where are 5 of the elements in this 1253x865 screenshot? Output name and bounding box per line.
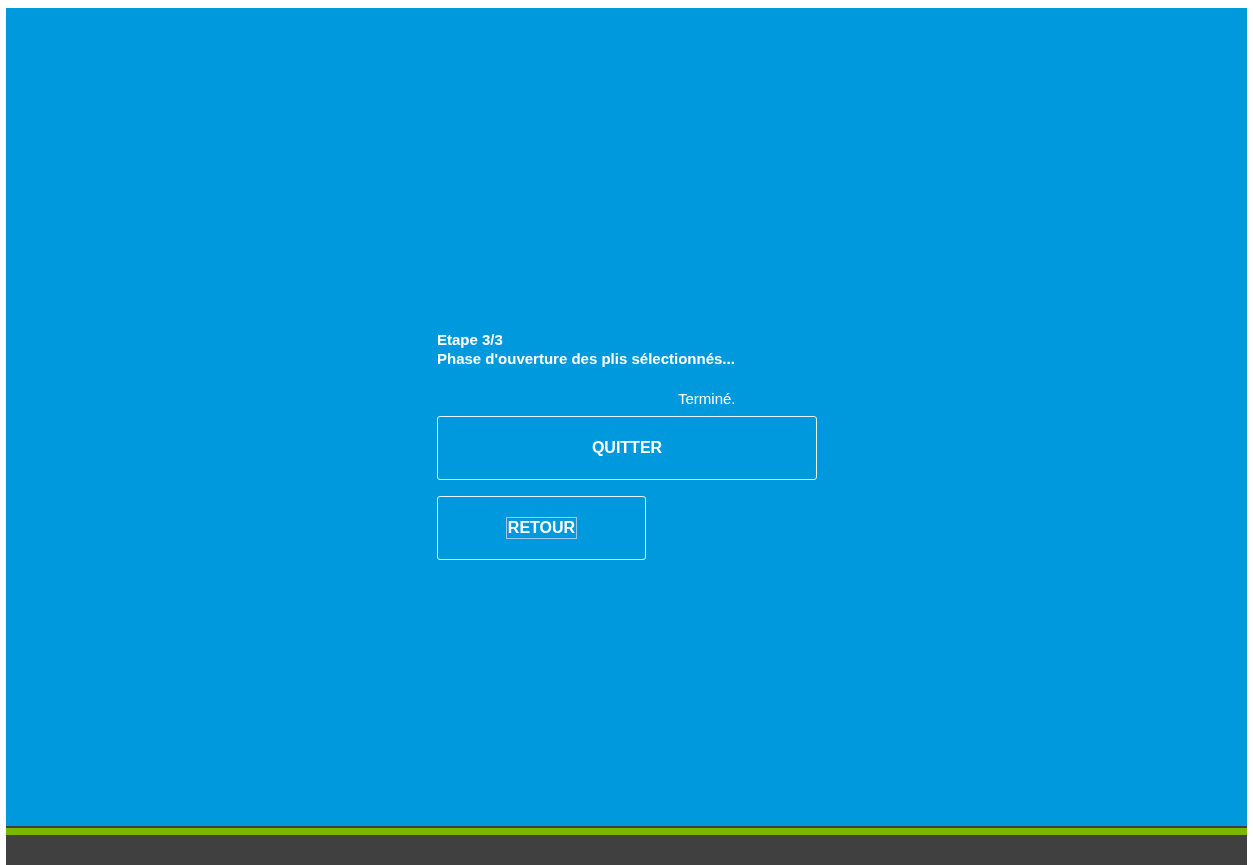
step-title: Etape 3/3 xyxy=(437,330,504,349)
status-text: Terminé. xyxy=(677,390,737,407)
back-button[interactable]: RETOUR xyxy=(437,496,646,560)
quit-button[interactable]: QUITTER xyxy=(437,416,817,480)
step-subtitle: Phase d'ouverture des plis sélectionnés... xyxy=(437,349,736,368)
